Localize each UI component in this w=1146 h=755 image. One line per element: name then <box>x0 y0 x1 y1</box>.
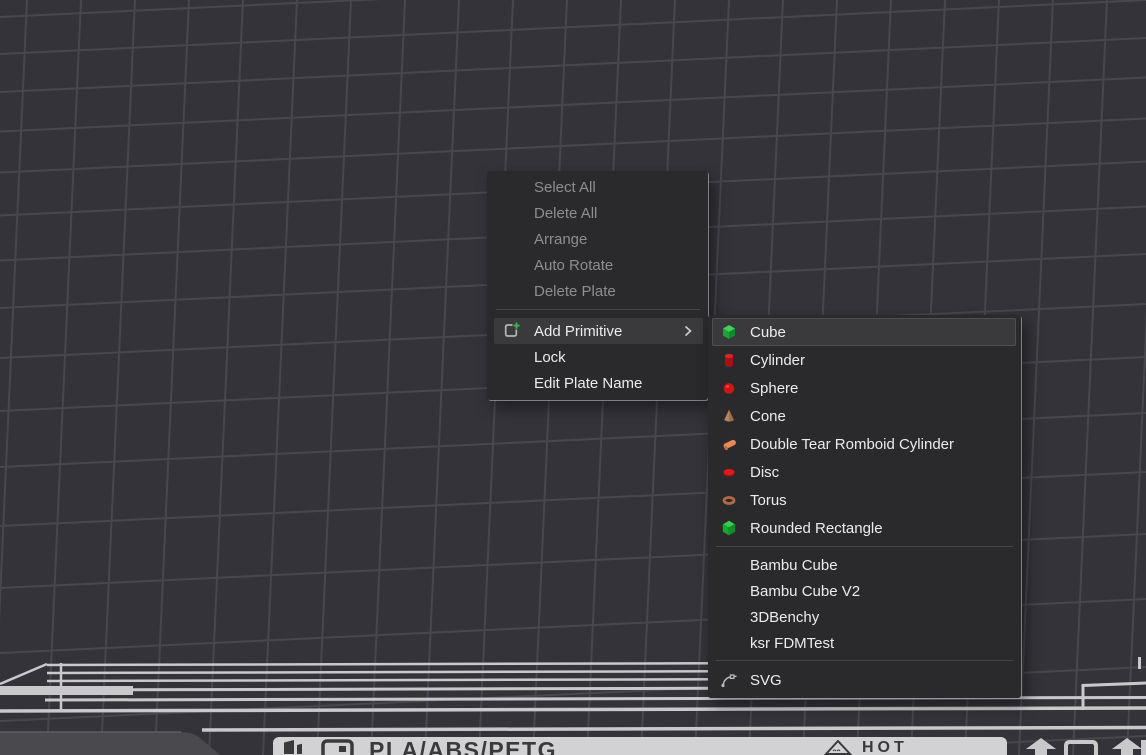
submenu-item-rounded-rectangle[interactable]: Rounded Rectangle <box>712 514 1016 542</box>
plate-front-strip: PLA/ABS/PETG HOT <box>273 737 1007 755</box>
plate-context-menu: Select All Delete All Arrange Auto Rotat… <box>487 171 708 400</box>
submenu-item-cone[interactable]: Cone <box>712 402 1016 430</box>
submenu-item-bambu-cube[interactable]: Bambu Cube <box>712 552 1016 578</box>
rounded-rectangle-icon <box>720 519 738 537</box>
disc-icon <box>720 463 738 481</box>
hot-warning-label: HOT <box>862 739 908 755</box>
submenu-item-bambu-cube-v2[interactable]: Bambu Cube V2 <box>712 578 1016 604</box>
sphere-icon <box>720 379 738 397</box>
submenu-item-cube[interactable]: Cube <box>712 318 1016 346</box>
submenu-item-ksr-fdmtest[interactable]: ksr FDMTest <box>712 630 1016 656</box>
plate-badge-icon <box>321 739 355 755</box>
menu-item-select-all: Select All <box>494 174 703 200</box>
menu-separator <box>496 309 700 310</box>
menu-item-delete-plate: Delete Plate <box>494 278 703 304</box>
menu-item-arrange: Arrange <box>494 226 703 252</box>
menu-item-add-primitive[interactable]: Add Primitive <box>494 318 703 344</box>
submenu-item-torus[interactable]: Torus <box>712 486 1016 514</box>
submenu-chevron-icon <box>684 325 692 337</box>
plate-edge-sliver <box>1141 738 1146 755</box>
submenu-separator <box>716 546 1013 547</box>
menu-item-auto-rotate: Auto Rotate <box>494 252 703 278</box>
cube-icon <box>720 323 738 341</box>
submenu-item-label: Bambu Cube V2 <box>712 583 860 600</box>
cylinder-icon <box>720 351 738 369</box>
bambu-logo-icon <box>283 739 303 754</box>
bezier-curve-icon <box>720 672 738 689</box>
menu-item-edit-plate-name[interactable]: Edit Plate Name <box>494 370 703 396</box>
submenu-item-3dbenchy[interactable]: 3DBenchy <box>712 604 1016 630</box>
add-primitive-icon <box>501 321 521 341</box>
submenu-separator <box>716 660 1013 661</box>
slicer-3d-viewport: { "menu": { "items": [ {"label": "Select… <box>0 0 1146 755</box>
submenu-item-disc[interactable]: Disc <box>712 458 1016 486</box>
hot-warning-triangle-icon <box>824 740 854 755</box>
menu-item-label: Delete All <box>494 205 597 222</box>
submenu-item-sphere[interactable]: Sphere <box>712 374 1016 402</box>
plate-square-mark-icon <box>1062 738 1100 755</box>
double-tear-romboid-cylinder-icon <box>720 435 738 453</box>
submenu-item-label: Double Tear Romboid Cylinder <box>712 436 954 453</box>
menu-item-label: Lock <box>494 349 566 366</box>
menu-item-label: Arrange <box>494 231 587 248</box>
menu-item-label: Edit Plate Name <box>494 375 642 392</box>
submenu-item-label: ksr FDMTest <box>712 635 834 652</box>
submenu-item-svg[interactable]: SVG <box>712 666 1016 694</box>
menu-item-delete-all: Delete All <box>494 200 703 226</box>
menu-item-label: Auto Rotate <box>494 257 613 274</box>
plate-edge-band <box>0 686 133 695</box>
cone-icon <box>720 407 738 425</box>
submenu-item-cylinder[interactable]: Cylinder <box>712 346 1016 374</box>
plate-arrow-up-icon <box>1022 738 1060 755</box>
submenu-item-label: Bambu Cube <box>712 557 838 574</box>
plate-name-tab[interactable] <box>0 730 240 755</box>
submenu-item-double-tear-romboid-cylinder[interactable]: Double Tear Romboid Cylinder <box>712 430 1016 458</box>
menu-item-label: Delete Plate <box>494 283 616 300</box>
menu-item-label: Select All <box>494 179 596 196</box>
submenu-item-label: 3DBenchy <box>712 609 819 626</box>
torus-icon <box>720 491 738 509</box>
menu-item-lock[interactable]: Lock <box>494 344 703 370</box>
add-primitive-submenu: Cube Cylinder Sphere Cone Double Tear Ro… <box>708 315 1021 698</box>
plate-material-label: PLA/ABS/PETG <box>369 737 557 755</box>
